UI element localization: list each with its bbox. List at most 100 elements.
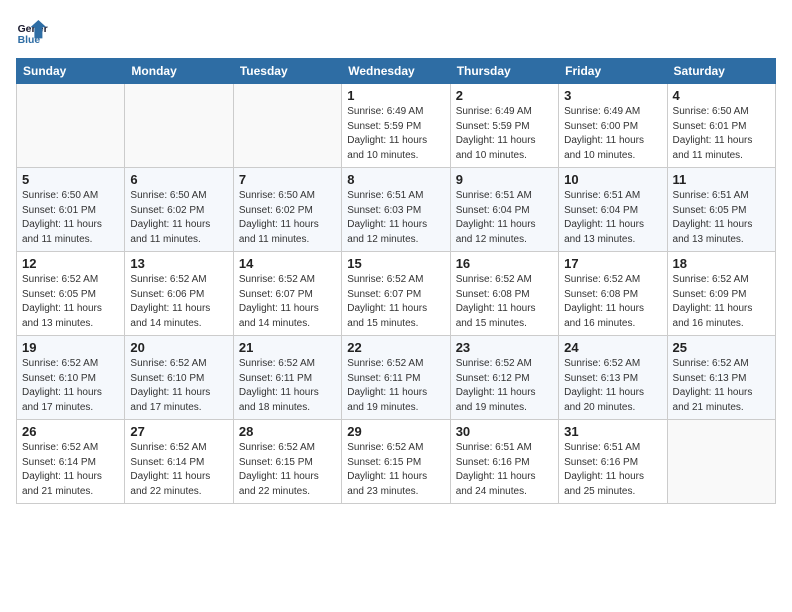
day-cell: 26 Sunrise: 6:52 AM Sunset: 6:14 PM Dayli… — [17, 420, 125, 504]
day-info: Sunrise: 6:52 AM Sunset: 6:10 PM Dayligh… — [22, 357, 119, 415]
day-cell: 3Sunrise: 6:49 AM Sunset: 6:00 PM Daylig… — [559, 84, 667, 168]
day-info: Sunrise: 6:52 AM Sunset: 6:14 PM Dayligh… — [22, 441, 119, 499]
day-info: Sunrise: 6:51 AM Sunset: 6:16 PM Dayligh… — [456, 441, 553, 499]
day-number: 8 — [347, 172, 444, 187]
day-number: 27 — [130, 424, 227, 439]
day-cell: 30Sunrise: 6:51 AM Sunset: 6:16 PM Dayli… — [450, 420, 558, 504]
calendar-body: 1 Sunrise: 6:49 AM Sunset: 5:59 PM Daylig… — [17, 84, 776, 504]
day-cell: 18 Sunrise: 6:52 AM Sunset: 6:09 PM Dayli… — [667, 252, 775, 336]
day-info: Sunrise: 6:50 AM Sunset: 6:02 PM Dayligh… — [130, 189, 227, 247]
day-cell — [17, 84, 125, 168]
day-number: 25 — [673, 340, 770, 355]
day-number: 19 — [22, 340, 119, 355]
col-thursday: Thursday — [450, 59, 558, 84]
day-number: 29 — [347, 424, 444, 439]
day-cell: 28 Sunrise: 6:52 AM Sunset: 6:15 PM Dayli… — [233, 420, 341, 504]
day-number: 11 — [673, 172, 770, 187]
day-info: Sunrise: 6:52 AM Sunset: 6:12 PM Dayligh… — [456, 357, 553, 415]
col-wednesday: Wednesday — [342, 59, 450, 84]
week-row-3: 19 Sunrise: 6:52 AM Sunset: 6:10 PM Dayli… — [17, 336, 776, 420]
col-sunday: Sunday — [17, 59, 125, 84]
day-info: Sunrise: 6:52 AM Sunset: 6:06 PM Dayligh… — [130, 273, 227, 331]
day-info: Sunrise: 6:52 AM Sunset: 6:11 PM Dayligh… — [239, 357, 336, 415]
day-number: 12 — [22, 256, 119, 271]
day-number: 14 — [239, 256, 336, 271]
day-cell: 11 Sunrise: 6:51 AM Sunset: 6:05 PM Dayli… — [667, 168, 775, 252]
day-info: Sunrise: 6:51 AM Sunset: 6:04 PM Dayligh… — [564, 189, 661, 247]
day-number: 4 — [673, 88, 770, 103]
page-header: General Blue — [16, 16, 776, 48]
day-info: Sunrise: 6:52 AM Sunset: 6:08 PM Dayligh… — [564, 273, 661, 331]
day-cell: 20Sunrise: 6:52 AM Sunset: 6:10 PM Dayli… — [125, 336, 233, 420]
day-number: 28 — [239, 424, 336, 439]
day-cell: 4 Sunrise: 6:50 AM Sunset: 6:01 PM Daylig… — [667, 84, 775, 168]
day-number: 2 — [456, 88, 553, 103]
day-info: Sunrise: 6:50 AM Sunset: 6:01 PM Dayligh… — [673, 105, 770, 163]
week-row-4: 26 Sunrise: 6:52 AM Sunset: 6:14 PM Dayli… — [17, 420, 776, 504]
day-number: 21 — [239, 340, 336, 355]
week-row-0: 1 Sunrise: 6:49 AM Sunset: 5:59 PM Daylig… — [17, 84, 776, 168]
day-cell: 19 Sunrise: 6:52 AM Sunset: 6:10 PM Dayli… — [17, 336, 125, 420]
day-info: Sunrise: 6:52 AM Sunset: 6:15 PM Dayligh… — [239, 441, 336, 499]
day-cell: 27 Sunrise: 6:52 AM Sunset: 6:14 PM Dayli… — [125, 420, 233, 504]
day-cell: 15 Sunrise: 6:52 AM Sunset: 6:07 PM Dayli… — [342, 252, 450, 336]
day-cell: 24 Sunrise: 6:52 AM Sunset: 6:13 PM Dayli… — [559, 336, 667, 420]
day-info: Sunrise: 6:50 AM Sunset: 6:01 PM Dayligh… — [22, 189, 119, 247]
col-monday: Monday — [125, 59, 233, 84]
day-cell: 12 Sunrise: 6:52 AM Sunset: 6:05 PM Dayli… — [17, 252, 125, 336]
day-number: 6 — [130, 172, 227, 187]
day-cell: 1 Sunrise: 6:49 AM Sunset: 5:59 PM Daylig… — [342, 84, 450, 168]
col-saturday: Saturday — [667, 59, 775, 84]
calendar-table: Sunday Monday Tuesday Wednesday Thursday… — [16, 58, 776, 504]
col-friday: Friday — [559, 59, 667, 84]
col-tuesday: Tuesday — [233, 59, 341, 84]
day-number: 1 — [347, 88, 444, 103]
day-cell: 13 Sunrise: 6:52 AM Sunset: 6:06 PM Dayli… — [125, 252, 233, 336]
day-number: 16 — [456, 256, 553, 271]
day-cell: 8 Sunrise: 6:51 AM Sunset: 6:03 PM Daylig… — [342, 168, 450, 252]
day-number: 24 — [564, 340, 661, 355]
day-cell: 10 Sunrise: 6:51 AM Sunset: 6:04 PM Dayli… — [559, 168, 667, 252]
day-cell: 6 Sunrise: 6:50 AM Sunset: 6:02 PM Daylig… — [125, 168, 233, 252]
day-info: Sunrise: 6:51 AM Sunset: 6:05 PM Dayligh… — [673, 189, 770, 247]
day-info: Sunrise: 6:52 AM Sunset: 6:08 PM Dayligh… — [456, 273, 553, 331]
day-cell: 22Sunrise: 6:52 AM Sunset: 6:11 PM Dayli… — [342, 336, 450, 420]
day-cell: 25 Sunrise: 6:52 AM Sunset: 6:13 PM Dayli… — [667, 336, 775, 420]
day-info: Sunrise: 6:52 AM Sunset: 6:10 PM Dayligh… — [130, 357, 227, 415]
day-number: 5 — [22, 172, 119, 187]
day-cell: 16 Sunrise: 6:52 AM Sunset: 6:08 PM Dayli… — [450, 252, 558, 336]
day-info: Sunrise: 6:52 AM Sunset: 6:15 PM Dayligh… — [347, 441, 444, 499]
day-cell: 21 Sunrise: 6:52 AM Sunset: 6:11 PM Dayli… — [233, 336, 341, 420]
day-cell: 29 Sunrise: 6:52 AM Sunset: 6:15 PM Dayli… — [342, 420, 450, 504]
day-number: 13 — [130, 256, 227, 271]
day-cell: 2 Sunrise: 6:49 AM Sunset: 5:59 PM Daylig… — [450, 84, 558, 168]
logo-icon: General Blue — [16, 16, 48, 48]
day-info: Sunrise: 6:52 AM Sunset: 6:09 PM Dayligh… — [673, 273, 770, 331]
day-number: 3 — [564, 88, 661, 103]
day-cell: 5 Sunrise: 6:50 AM Sunset: 6:01 PM Daylig… — [17, 168, 125, 252]
day-info: Sunrise: 6:52 AM Sunset: 6:05 PM Dayligh… — [22, 273, 119, 331]
day-cell: 31Sunrise: 6:51 AM Sunset: 6:16 PM Dayli… — [559, 420, 667, 504]
day-number: 15 — [347, 256, 444, 271]
week-row-2: 12 Sunrise: 6:52 AM Sunset: 6:05 PM Dayli… — [17, 252, 776, 336]
day-info: Sunrise: 6:52 AM Sunset: 6:13 PM Dayligh… — [564, 357, 661, 415]
day-info: Sunrise: 6:49 AM Sunset: 5:59 PM Dayligh… — [456, 105, 553, 163]
calendar-header: Sunday Monday Tuesday Wednesday Thursday… — [17, 59, 776, 84]
day-info: Sunrise: 6:49 AM Sunset: 5:59 PM Dayligh… — [347, 105, 444, 163]
day-number: 18 — [673, 256, 770, 271]
day-info: Sunrise: 6:52 AM Sunset: 6:14 PM Dayligh… — [130, 441, 227, 499]
header-row: Sunday Monday Tuesday Wednesday Thursday… — [17, 59, 776, 84]
day-number: 10 — [564, 172, 661, 187]
day-cell: 7Sunrise: 6:50 AM Sunset: 6:02 PM Daylig… — [233, 168, 341, 252]
day-cell — [667, 420, 775, 504]
day-number: 26 — [22, 424, 119, 439]
day-number: 31 — [564, 424, 661, 439]
day-number: 23 — [456, 340, 553, 355]
day-info: Sunrise: 6:51 AM Sunset: 6:03 PM Dayligh… — [347, 189, 444, 247]
day-info: Sunrise: 6:52 AM Sunset: 6:07 PM Dayligh… — [239, 273, 336, 331]
day-number: 9 — [456, 172, 553, 187]
day-info: Sunrise: 6:52 AM Sunset: 6:13 PM Dayligh… — [673, 357, 770, 415]
day-info: Sunrise: 6:52 AM Sunset: 6:07 PM Dayligh… — [347, 273, 444, 331]
day-cell — [233, 84, 341, 168]
day-cell: 14 Sunrise: 6:52 AM Sunset: 6:07 PM Dayli… — [233, 252, 341, 336]
